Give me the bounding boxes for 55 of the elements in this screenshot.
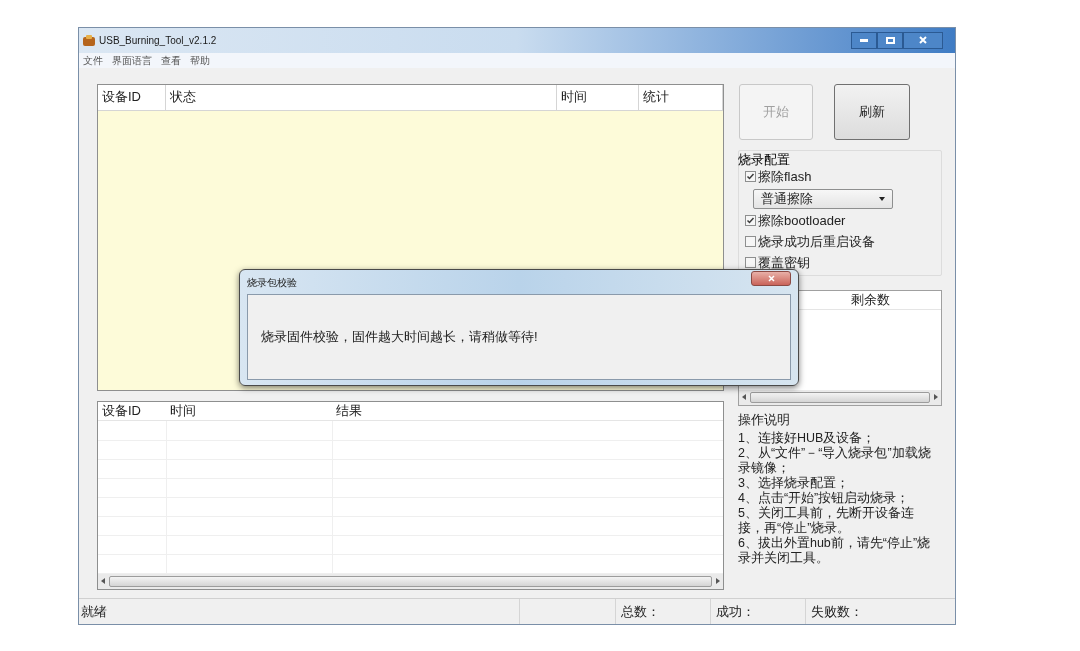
minimize-button[interactable] (851, 31, 877, 49)
menu-item[interactable]: 文件 (83, 52, 103, 68)
dropdown-arrow-icon (879, 196, 885, 201)
instructions-title: 操作说明 (738, 410, 791, 428)
instruction-text: 3、选择烧录配置； (738, 475, 850, 491)
column-header[interactable]: 统计 (639, 84, 723, 110)
instruction-text: 2、从“文件”－“导入烧录包”加载烧录镜像； (738, 445, 932, 476)
status-text: 总数： (615, 598, 710, 624)
checkbox-label: 烧录成功后重启设备 (758, 233, 875, 250)
maximize-icon (885, 36, 895, 44)
scrollbar-thumb[interactable] (750, 391, 930, 403)
close-button[interactable] (903, 31, 943, 49)
maximize-button[interactable] (877, 31, 903, 49)
status-text: 就绪 (80, 602, 108, 621)
window-title: USB_Burning_Tool_v2.1.2 (99, 33, 217, 48)
status-text: 成功： (710, 598, 805, 624)
scroll-left-icon (101, 578, 105, 584)
checkbox[interactable] (745, 236, 756, 247)
status-text: 失败数： (805, 598, 915, 624)
menu-item[interactable]: 界面语言 (112, 52, 152, 68)
column-header[interactable]: 设备ID (98, 401, 166, 420)
scroll-right-icon (716, 578, 720, 584)
instruction-text: 5、关闭工具前，先断开设备连接，再“停止”烧录。 (738, 505, 915, 536)
dialog-message: 烧录固件校验，固件越大时间越长，请稍做等待! (261, 328, 538, 347)
checkbox-label: 覆盖密钥 (758, 254, 810, 271)
menu-item[interactable]: 帮助 (190, 52, 210, 68)
checkbox-label: 擦除flash (758, 168, 812, 185)
instruction-text: 1、连接好HUB及设备； (738, 430, 877, 446)
checkbox[interactable] (745, 215, 756, 226)
column-header[interactable]: 时间 (166, 401, 332, 420)
column-header[interactable]: 设备ID (98, 84, 166, 110)
scrollbar-thumb[interactable] (109, 575, 712, 587)
close-icon (919, 36, 927, 45)
dropdown-value: 普通擦除 (761, 189, 814, 208)
checkbox[interactable] (745, 257, 756, 268)
instruction-text: 4、点击“开始”按钮启动烧录； (738, 490, 911, 506)
checkbox[interactable] (745, 171, 756, 182)
column-header[interactable]: 剩余数 (841, 290, 941, 309)
column-header[interactable]: 结果 (332, 401, 722, 420)
group-title: 烧录配置 (738, 151, 791, 168)
checkbox-label: 擦除bootloader (758, 212, 846, 229)
horizontal-scrollbar[interactable] (739, 389, 941, 405)
scroll-right-icon (934, 394, 938, 400)
close-icon (767, 274, 775, 282)
close-button[interactable] (751, 270, 791, 286)
instruction-text: 6、拔出外置hub前，请先“停止”烧录并关闭工具。 (738, 535, 932, 566)
column-header[interactable]: 时间 (556, 84, 640, 110)
menu-item[interactable]: 查看 (161, 52, 181, 68)
erase-mode-dropdown[interactable]: 普通擦除 (753, 188, 893, 209)
scroll-left-icon (742, 394, 746, 400)
column-header[interactable]: 状态 (165, 84, 557, 110)
minimize-icon (860, 38, 868, 42)
app-icon (83, 34, 95, 46)
dialog-title: 烧录包校验 (247, 275, 297, 290)
action-button[interactable]: 刷新 (834, 83, 910, 140)
